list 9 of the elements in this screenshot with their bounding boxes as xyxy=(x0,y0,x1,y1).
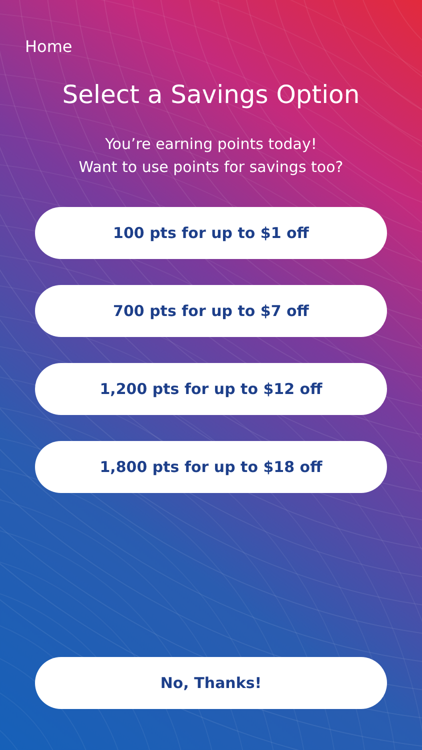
savings-option-button[interactable]: 1,800 pts for up to $18 off xyxy=(35,441,387,493)
savings-option-button[interactable]: 1,200 pts for up to $12 off xyxy=(35,363,387,415)
subtitle-text: Want to use points for savings too? xyxy=(78,157,344,178)
savings-option-button[interactable]: 700 pts for up to $7 off xyxy=(35,285,387,337)
savings-option-button[interactable]: 100 pts for up to $1 off xyxy=(35,207,387,259)
home-link[interactable]: Home xyxy=(25,37,72,57)
decline-button[interactable]: No, Thanks! xyxy=(35,657,387,709)
screen-title: Select a Savings Option xyxy=(61,79,361,111)
subtitle-text: You’re earning points today! xyxy=(104,134,318,155)
